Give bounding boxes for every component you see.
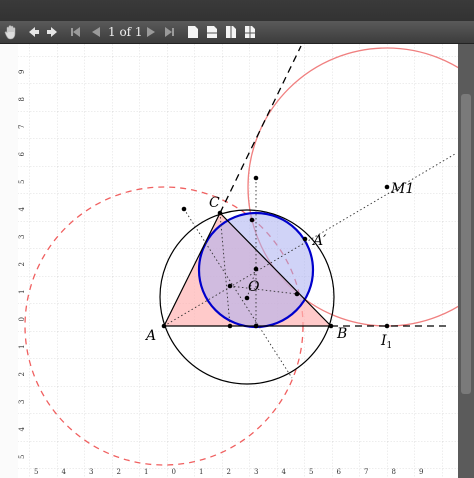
hand-icon[interactable] [4, 24, 18, 40]
point-left [181, 206, 187, 212]
point-tangent-bc [294, 291, 300, 297]
x-tick-label: 4 [282, 468, 287, 476]
last-page-icon[interactable] [163, 24, 175, 40]
label-c: C [209, 195, 220, 211]
x-tick-label: 1 [199, 468, 203, 476]
point-m1 [384, 184, 390, 190]
label-o: O [248, 279, 260, 295]
label-b: B [336, 326, 347, 342]
back-icon[interactable] [28, 24, 40, 40]
point-a [161, 323, 167, 329]
point-b [328, 323, 334, 329]
facing-icon[interactable] [225, 24, 237, 40]
x-tick-label: 5 [34, 468, 38, 476]
x-tick-label: 8 [392, 468, 396, 476]
x-tick-label: 7 [364, 468, 368, 476]
next-page-icon[interactable] [145, 24, 157, 40]
forward-icon[interactable] [46, 24, 58, 40]
point-o [244, 295, 250, 301]
point-c [217, 210, 223, 216]
point-i1 [384, 323, 390, 329]
x-tick-label: 4 [62, 468, 67, 476]
x-tick-label: 3 [89, 468, 93, 476]
y-tick-label: 5 [18, 455, 26, 459]
single-page-icon[interactable] [187, 24, 199, 40]
y-tick-label: 8 [18, 97, 26, 101]
y-axis-tick-labels: 987654321012345 [18, 70, 26, 459]
x-tick-label: 2 [117, 468, 121, 476]
y-tick-label: 9 [18, 70, 26, 74]
x-tick-label: 0 [172, 468, 176, 476]
x-tick-label: 3 [254, 468, 258, 476]
y-tick-label: 1 [18, 290, 26, 294]
vertical-scrollbar[interactable] [458, 44, 474, 478]
y-tick-label: 5 [18, 180, 26, 184]
label-a-prime: A′ [311, 233, 327, 249]
x-axis-tick-labels: 5 4 3 2 1 0 1 2 3 4 5 6 7 8 9 [34, 468, 423, 476]
point-a-prime [302, 236, 308, 242]
continuous-icon[interactable] [206, 24, 218, 40]
point-top [253, 175, 259, 181]
y-tick-label: 7 [18, 125, 26, 129]
label-a: A [144, 328, 156, 344]
y-tick-label: 4 [18, 427, 26, 432]
y-tick-label: 4 [18, 207, 26, 212]
x-tick-label: 9 [419, 468, 423, 476]
left-gutter [0, 44, 18, 478]
y-tick-label: 2 [18, 262, 26, 266]
page-indicator[interactable]: 1 of 1 [108, 24, 143, 40]
point-tangent-ab [253, 323, 259, 329]
x-tick-label: 1 [144, 468, 148, 476]
continuous-facing-icon[interactable] [244, 24, 256, 40]
label-m1: M1 [390, 181, 414, 197]
x-tick-label: 5 [309, 468, 313, 476]
point-tangent-ac [249, 217, 255, 223]
previous-page-icon[interactable] [90, 24, 102, 40]
point-h [227, 283, 233, 289]
y-tick-label: 3 [18, 400, 26, 404]
point-foot-altitude [227, 323, 233, 329]
x-tick-label: 2 [227, 468, 231, 476]
geometry-figure: 9 8 7 6 5 4 3 2 1 0 1 2 3 4 5 5 4 3 2 1 0 1 2 3 4 5 6 7 8 9 A B C O … [18, 44, 466, 478]
scrollbar-thumb[interactable] [461, 94, 471, 394]
y-tick-label: 1 [18, 345, 26, 349]
x-tick-label: 6 [337, 468, 342, 476]
y-tick-label: 3 [18, 235, 26, 239]
y-tick-label: 6 [18, 152, 26, 157]
point-incenter [253, 266, 259, 272]
document-page[interactable]: 9 8 7 6 5 4 3 2 1 0 1 2 3 4 5 5 4 3 2 1 0 1 2 3 4 5 6 7 8 9 A B C O … [18, 44, 466, 478]
first-page-icon[interactable] [70, 24, 82, 40]
y-tick-label: 2 [18, 372, 26, 376]
